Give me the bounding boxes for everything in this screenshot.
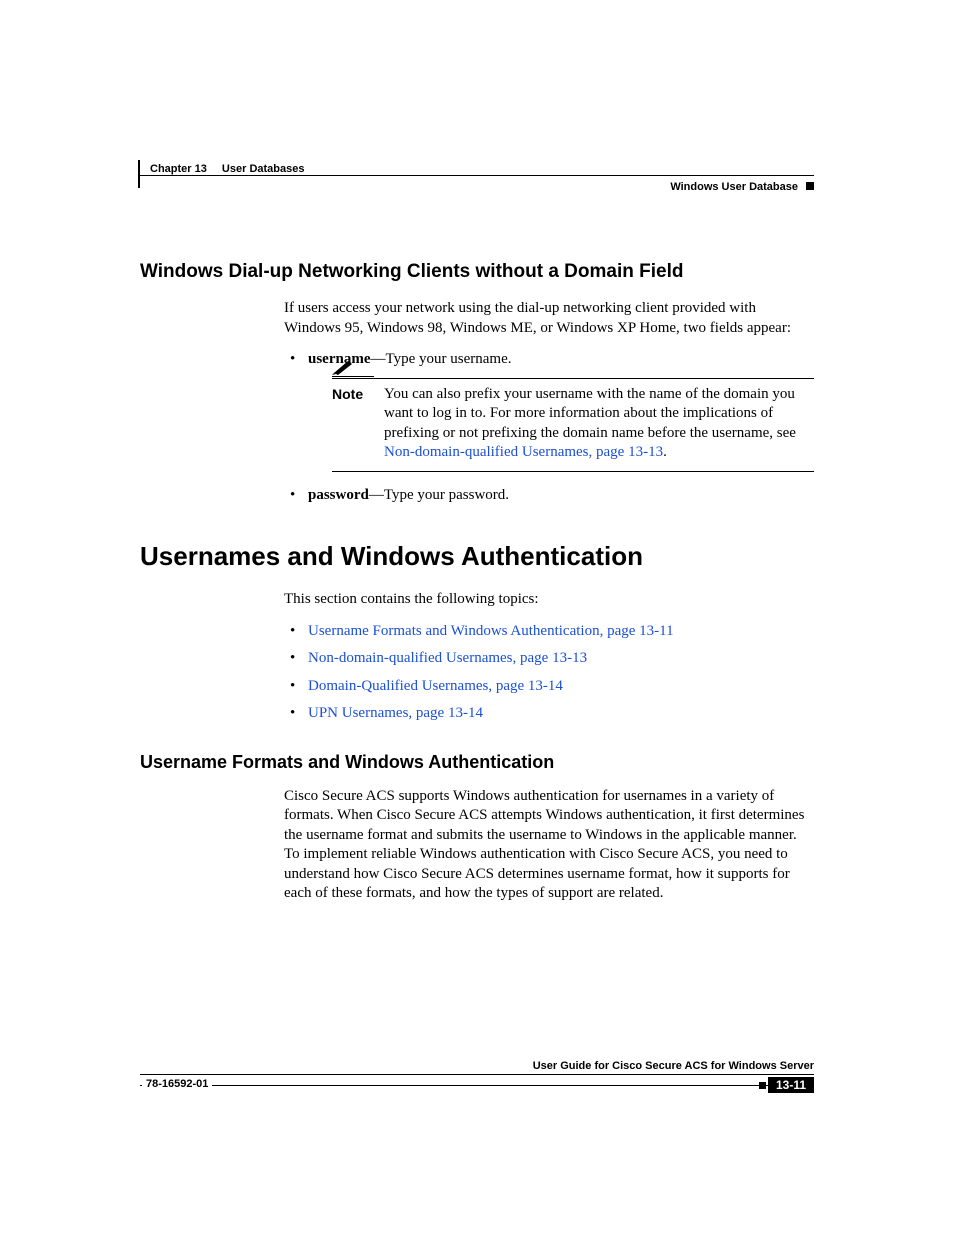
running-header: Chapter 13 User Databases Windows User D… — [140, 165, 814, 201]
topic-link[interactable]: Non-domain-qualified Usernames, page 13-… — [308, 650, 587, 666]
section-title: Windows User Database — [670, 181, 798, 193]
topic-link[interactable]: Username Formats and Windows Authenticat… — [308, 623, 674, 639]
doc-number: 78-16592-01 — [142, 1078, 212, 1090]
chapter-label: Chapter 13 — [150, 163, 207, 175]
heading-usernames-auth: Usernames and Windows Authentication — [140, 541, 814, 572]
page-number: 13-11 — [768, 1077, 814, 1093]
footer-square-icon — [759, 1082, 766, 1089]
heading-dialup-clients: Windows Dial-up Networking Clients witho… — [140, 261, 814, 283]
list-item: Domain-Qualified Usernames, page 13-14 — [284, 677, 814, 697]
topic-link[interactable]: UPN Usernames, page 13-14 — [308, 705, 483, 721]
page-footer: User Guide for Cisco Secure ACS for Wind… — [140, 1076, 814, 1095]
list-item: UPN Usernames, page 13-14 — [284, 704, 814, 724]
list-item: username—Type your username. Note You ca… — [284, 350, 814, 472]
header-square-icon — [806, 182, 814, 190]
list-item: Username Formats and Windows Authenticat… — [284, 622, 814, 642]
note-label: Note — [332, 385, 384, 463]
list-item: Non-domain-qualified Usernames, page 13-… — [284, 649, 814, 669]
topics-intro: This section contains the following topi… — [284, 590, 814, 610]
note-crossref-link[interactable]: Non-domain-qualified Usernames, page 13-… — [384, 444, 663, 460]
guide-title: User Guide for Cisco Secure ACS for Wind… — [140, 1060, 814, 1072]
chapter-title: User Databases — [222, 163, 305, 175]
heading-username-formats: Username Formats and Windows Authenticat… — [140, 752, 814, 773]
note-text: You can also prefix your username with t… — [384, 386, 796, 441]
note-box: Note You can also prefix your username w… — [332, 378, 814, 472]
list-item: password—Type your password. — [284, 486, 814, 506]
note-pen-icon — [332, 359, 374, 377]
term-password-desc: —Type your password. — [369, 487, 509, 503]
note-text-end: . — [663, 444, 667, 460]
body-paragraph: Cisco Secure ACS supports Windows authen… — [284, 787, 814, 904]
term-password: password — [308, 487, 369, 503]
intro-paragraph: If users access your network using the d… — [284, 299, 814, 338]
term-username-desc: —Type your username. — [371, 351, 512, 367]
topic-link[interactable]: Domain-Qualified Usernames, page 13-14 — [308, 678, 563, 694]
